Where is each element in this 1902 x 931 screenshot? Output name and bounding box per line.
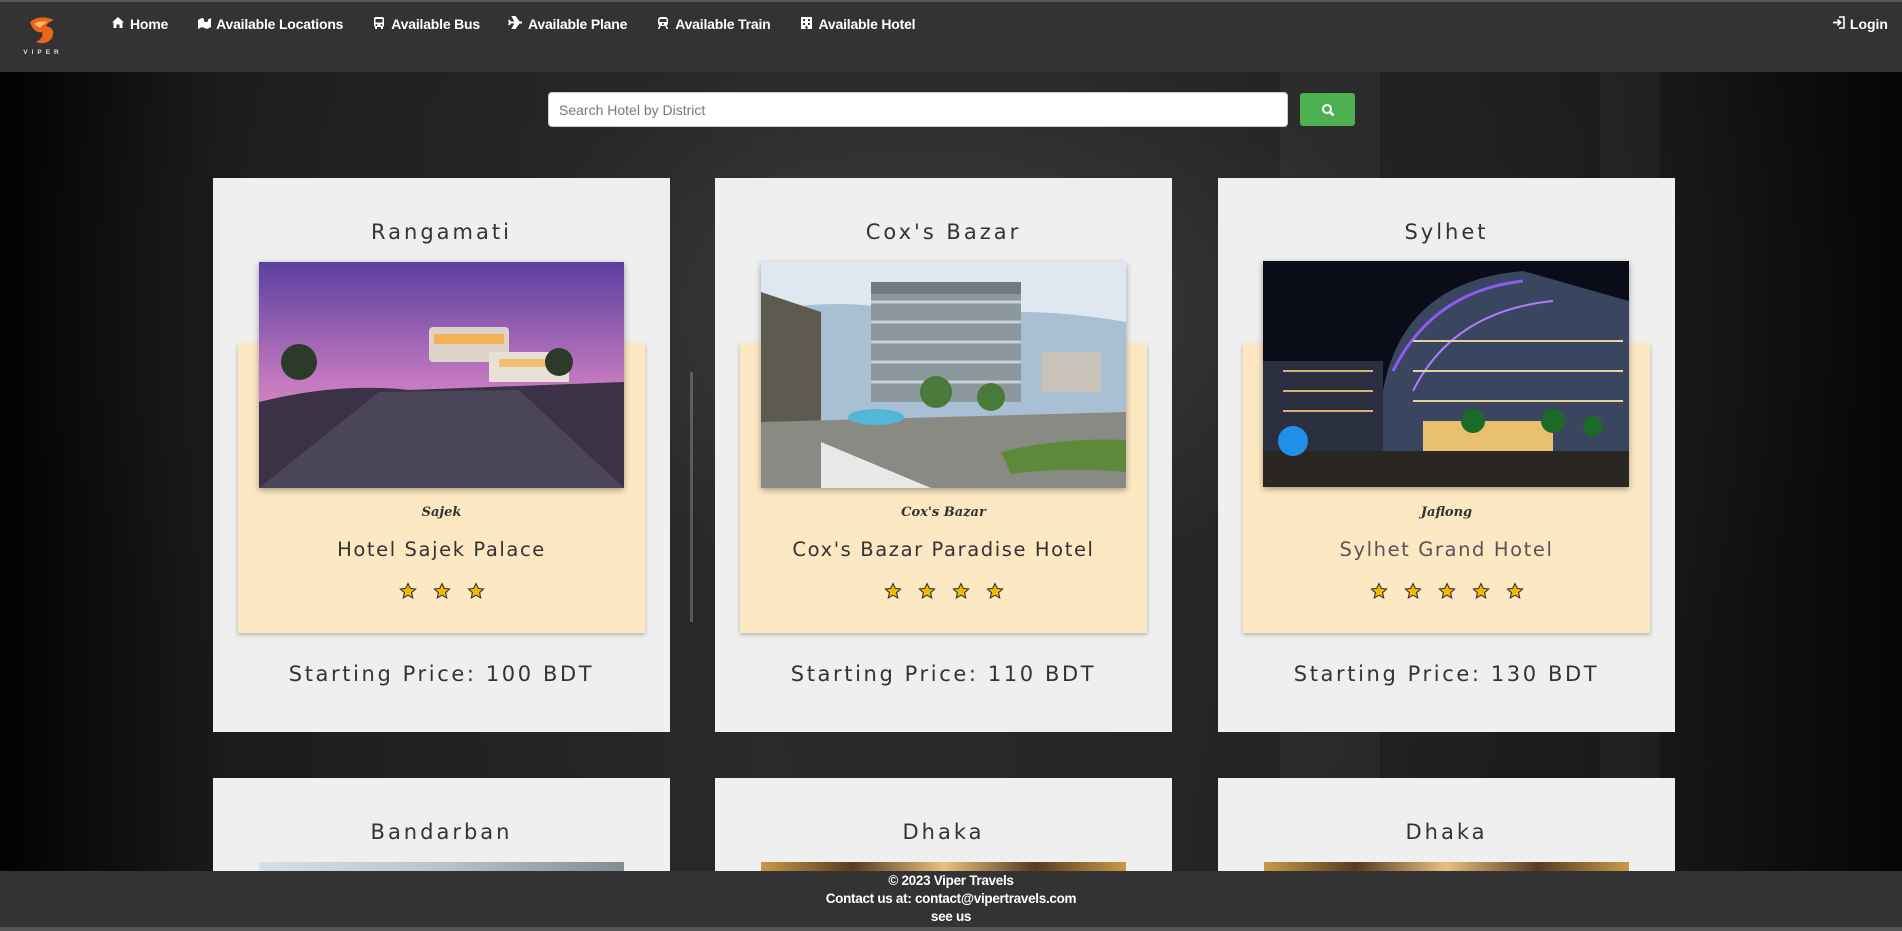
nav-home-label: Home: [130, 16, 169, 32]
star-icon: [951, 582, 970, 599]
star-icon: [432, 582, 451, 599]
card-district: Bandarban: [370, 820, 513, 844]
star-icon: [1471, 582, 1490, 599]
hotel-card[interactable]: Sylhet Jaflong Sylhet Grand Hotel Starti…: [1218, 178, 1675, 732]
hotel-icon: [799, 16, 815, 32]
nav-available-hotel[interactable]: Available Hotel: [799, 16, 916, 32]
star-icon: [1403, 582, 1422, 599]
footer-contact[interactable]: Contact us at: contact@vipertravels.com: [0, 890, 1902, 908]
star-icon: [1437, 582, 1456, 599]
login-icon: [1832, 16, 1846, 32]
nav-plane-label: Available Plane: [527, 16, 628, 32]
card-price: Starting Price: 110 BDT: [790, 662, 1097, 686]
nav-bus-label: Available Bus: [391, 16, 480, 32]
nav-available-plane[interactable]: Available Plane: [508, 16, 627, 32]
plane-icon: [508, 16, 524, 32]
nav-home[interactable]: Home: [110, 16, 168, 32]
nav-links: Home Available Locations Available Bus A…: [110, 16, 943, 32]
brand-name: VIPER: [23, 49, 63, 56]
home-icon: [110, 16, 126, 32]
hotel-card[interactable]: Dhaka: [1218, 778, 1675, 871]
card-hotel-name: Hotel Sajek Palace: [337, 538, 546, 561]
star-icon: [985, 582, 1004, 599]
card-rating: [213, 582, 670, 600]
footer-copyright: © 2023 Viper Travels: [888, 873, 1014, 888]
hotel-photo[interactable]: [761, 862, 1126, 871]
card-district: Sylhet: [1404, 220, 1489, 244]
train-icon: [655, 16, 671, 32]
hotel-photo[interactable]: [1264, 862, 1629, 871]
card-hotel-name: Sylhet Grand Hotel: [1339, 538, 1554, 561]
card-price: Starting Price: 100 BDT: [288, 662, 595, 686]
login-label: Login: [1849, 16, 1888, 32]
hotel-photo[interactable]: [259, 262, 624, 488]
hotel-card[interactable]: Bandarban: [213, 778, 670, 871]
login-link[interactable]: Login: [1832, 16, 1888, 32]
card-hotel-name: Cox's Bazar Paradise Hotel: [792, 538, 1095, 561]
search-bar: [548, 92, 1355, 127]
card-district: Rangamati: [371, 220, 512, 244]
footer-bottom-bar: [0, 927, 1902, 931]
hotel-photo[interactable]: [259, 862, 624, 871]
hotel-photo[interactable]: [761, 262, 1126, 488]
card-place: Cox's Bazar: [901, 505, 986, 520]
hotel-card[interactable]: Dhaka: [715, 778, 1172, 871]
navbar: VIPER Home Available Locations Available…: [0, 0, 1902, 72]
nav-available-locations[interactable]: Available Locations: [196, 16, 343, 32]
bus-icon: [371, 16, 387, 32]
search-icon: [1321, 103, 1334, 116]
nav-available-train[interactable]: Available Train: [655, 16, 771, 32]
star-icon: [917, 582, 936, 599]
card-price: Starting Price: 130 BDT: [1293, 662, 1600, 686]
nav-available-bus[interactable]: Available Bus: [371, 16, 480, 32]
card-rating: [1218, 582, 1675, 600]
hotel-photo[interactable]: [1263, 261, 1629, 487]
star-icon: [1505, 582, 1524, 599]
star-icon: [398, 582, 417, 599]
nav-hotel-label: Available Hotel: [818, 16, 916, 32]
search-button[interactable]: [1300, 93, 1355, 126]
star-icon: [466, 582, 485, 599]
hotel-card[interactable]: Cox's Bazar Cox's Bazar Cox's Bazar Para…: [715, 178, 1172, 732]
card-district: Dhaka: [902, 820, 985, 844]
nav-train-label: Available Train: [675, 16, 771, 32]
card-district: Dhaka: [1405, 820, 1488, 844]
star-icon: [1369, 582, 1388, 599]
viper-logo-icon: [30, 17, 54, 44]
footer-see-us[interactable]: see us: [0, 908, 1902, 926]
star-icon: [883, 582, 902, 599]
footer: © 2023 Viper Travels Contact us at: cont…: [0, 871, 1902, 931]
brand-logo[interactable]: VIPER: [16, 16, 70, 60]
card-district: Cox's Bazar: [865, 220, 1022, 244]
nav-locations-label: Available Locations: [216, 16, 344, 32]
locations-icon: [196, 16, 212, 32]
card-place: Sajek: [421, 505, 462, 520]
search-input[interactable]: [548, 92, 1288, 127]
card-place: Jaflong: [1420, 505, 1473, 520]
card-rating: [715, 582, 1172, 600]
hotel-card[interactable]: Rangamati Sajek Hotel Sajek Palace Start…: [213, 178, 670, 732]
